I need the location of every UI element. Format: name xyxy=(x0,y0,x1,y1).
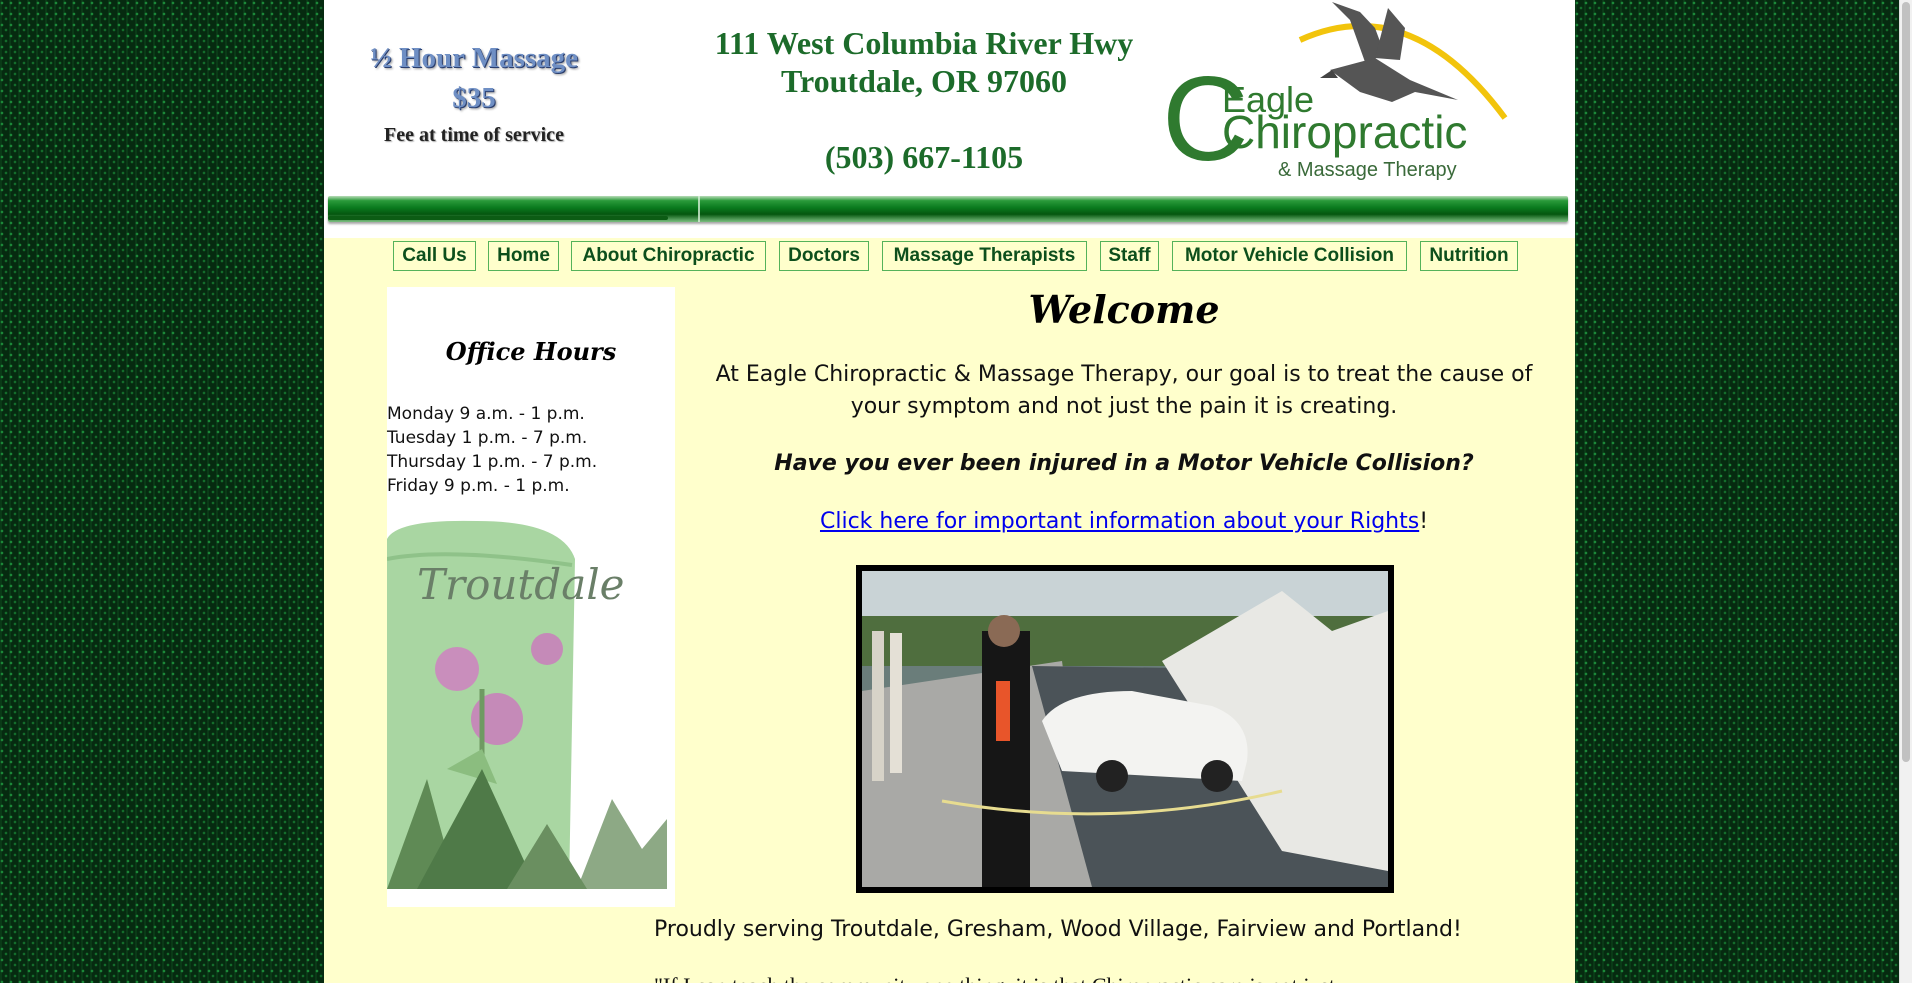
site-header: ½ Hour Massage $35 Fee at time of servic… xyxy=(324,0,1575,238)
serving-areas-text: Proudly serving Troutdale, Gresham, Wood… xyxy=(654,917,1462,942)
hours-monday: Monday 9 a.m. - 1 p.m. xyxy=(387,404,585,424)
hours-thursday: Thursday 1 p.m. - 7 p.m. xyxy=(387,452,598,472)
logo-massage-text: & Massage Therapy xyxy=(1278,159,1457,181)
eagle-chiropractic-logo[interactable]: C Eagle Chiropractic & Massage Therapy xyxy=(1160,0,1510,190)
hours-tuesday: Tuesday 1 p.m. - 7 p.m. xyxy=(387,428,588,448)
promo-note: Fee at time of service xyxy=(384,124,564,146)
scrollbar-thumb[interactable] xyxy=(1902,2,1910,762)
welcome-heading: Welcome xyxy=(1028,287,1220,332)
nav-motor-vehicle-collision[interactable]: Motor Vehicle Collision xyxy=(1172,241,1407,271)
nav-doctors[interactable]: Doctors xyxy=(779,241,869,271)
troutdale-water-tower-image: Troutdale xyxy=(387,519,667,889)
nav-home[interactable]: Home xyxy=(488,241,559,271)
testimonial-quote: "If I can teach the community one thing,… xyxy=(654,973,1554,983)
car-crash-photo xyxy=(856,565,1394,893)
page-container: ½ Hour Massage $35 Fee at time of servic… xyxy=(324,0,1575,983)
collision-question: Have you ever been injured in a Motor Ve… xyxy=(774,451,1474,476)
promo-title: ½ Hour Massage xyxy=(369,42,579,74)
tower-troutdale-text: Troutdale xyxy=(417,560,625,609)
nav-about-chiropractic[interactable]: About Chiropractic xyxy=(571,241,766,271)
massage-promo: ½ Hour Massage $35 Fee at time of servic… xyxy=(364,38,584,147)
promo-price: $35 xyxy=(452,82,496,114)
nav-massage-therapists[interactable]: Massage Therapists xyxy=(882,241,1087,271)
clinic-address: 111 West Columbia River Hwy Troutdale, O… xyxy=(684,24,1164,176)
car-on-boat-image xyxy=(862,571,1388,887)
rights-paragraph: Click here for important information abo… xyxy=(684,509,1564,534)
nav-nutrition[interactable]: Nutrition xyxy=(1420,241,1518,271)
clinic-phone: (503) 667-1105 xyxy=(824,139,1024,175)
office-hours-title: Office Hours xyxy=(445,337,617,366)
address-city: Troutdale, OR 97060 xyxy=(781,63,1067,99)
office-hours-sidebar: Office Hours Monday 9 a.m. - 1 p.m. Tues… xyxy=(387,287,675,907)
header-green-bar xyxy=(328,196,1568,226)
nav-staff[interactable]: Staff xyxy=(1100,241,1159,271)
page-scrollbar[interactable] xyxy=(1899,0,1912,983)
office-hours-list: Monday 9 a.m. - 1 p.m. Tuesday 1 p.m. - … xyxy=(387,402,675,498)
rights-link[interactable]: Click here for important information abo… xyxy=(820,509,1419,534)
nav-call-us[interactable]: Call Us xyxy=(393,241,476,271)
rights-suffix: ! xyxy=(1419,509,1429,534)
logo-chiropractic-text: Chiropractic xyxy=(1222,106,1467,158)
address-street: 111 West Columbia River Hwy xyxy=(714,25,1134,61)
intro-paragraph: At Eagle Chiropractic & Massage Therapy,… xyxy=(715,362,1533,419)
main-navigation: Call Us Home About Chiropractic Doctors … xyxy=(324,241,1575,273)
hours-friday: Friday 9 p.m. - 1 p.m. xyxy=(387,476,570,496)
